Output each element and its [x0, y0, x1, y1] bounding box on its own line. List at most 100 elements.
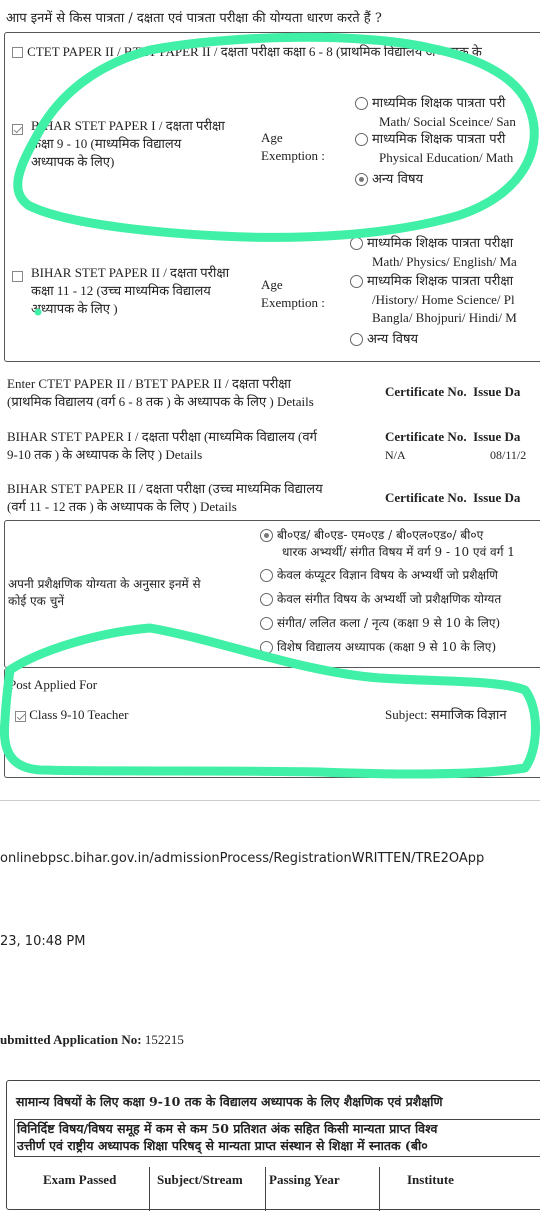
issue-date-value: 08/11/2	[490, 448, 527, 462]
col-subject-stream: Subject/Stream	[157, 1172, 243, 1187]
submitted-number: 152215	[144, 1032, 184, 1047]
stet1-option-1-sub: Math/ Social Sceince/ San	[379, 114, 516, 129]
cert-row-1-line1: Enter CTET PAPER II / BTET PAPER II / दक…	[7, 376, 291, 391]
stet1-radio-2[interactable]	[355, 133, 368, 146]
training-option-4-text: संगीत/ ललित कला / नृत्य (कक्षा 9 से 10 क…	[277, 616, 501, 630]
academic-note-line1: विनिर्दिष्ट विषय/विषय समूह में कम से कम …	[17, 1121, 438, 1136]
post-class-checkbox[interactable]	[15, 710, 26, 722]
stet2-checkbox[interactable]	[12, 271, 23, 282]
training-option-2[interactable]: केवल कंप्यूटर विज्ञान विषय के अभ्यर्थी ज…	[260, 567, 540, 591]
training-option-4[interactable]: संगीत/ ललित कला / नृत्य (कक्षा 9 से 10 क…	[260, 615, 540, 639]
training-radio-3[interactable]	[260, 593, 273, 606]
stet2-option-1-text: माध्यमिक शिक्षक पात्रता परीक्षा	[367, 236, 514, 251]
stet2-age-text: Age	[261, 277, 283, 292]
stet2-option-1-sub: Math/ Physics/ English/ Ma	[372, 254, 517, 269]
ctet-row: CTET PAPER II / BTET PAPER II / दक्षता प…	[12, 43, 482, 62]
training-options: बी०एड/ बी०एड- एम०एड / बी०एल०एड०/ बी०ए धा…	[260, 527, 540, 656]
stet1-checkbox-wrap	[12, 119, 23, 138]
stet2-label-line2: कक्षा 11 - 12 (उच्च माध्यमिक विद्यालय	[31, 283, 211, 298]
stet2-radio-3[interactable]	[350, 333, 363, 346]
stet2-option-2-sub: /History/ Home Science/ Pl	[372, 292, 515, 307]
eligibility-question: आप इनमें से किस पात्रता / दक्षता एवं पात…	[6, 11, 382, 26]
training-radio-1[interactable]	[260, 529, 273, 542]
stet1-age-label: Age Exemption :	[261, 129, 325, 165]
stet1-radio-3[interactable]	[355, 173, 368, 186]
col-divider-2	[265, 1167, 266, 1211]
ctet-label: CTET PAPER II / BTET PAPER II / दक्षता प…	[27, 44, 482, 59]
stet1-options: माध्यमिक शिक्षक पात्रता परी Math/ Social…	[355, 95, 540, 189]
stet2-radio-1[interactable]	[350, 237, 363, 250]
stet1-option-2[interactable]: माध्यमिक शिक्षक पात्रता परी Physical Edu…	[355, 131, 540, 171]
training-option-1-sub: धारक अभ्यर्थी/ संगीत विषय में वर्ग 9 - 1…	[282, 545, 515, 559]
stet2-option-2-text: माध्यमिक शिक्षक पात्रता परीक्षा	[367, 274, 514, 289]
stet1-checkbox[interactable]	[12, 124, 23, 135]
col-exam-passed: Exam Passed	[43, 1172, 117, 1187]
training-label-line2: कोई एक चुनें	[8, 594, 64, 608]
stet2-option-3[interactable]: अन्य विषय	[350, 331, 540, 349]
stet1-option-2-sub: Physical Education/ Math	[379, 150, 514, 165]
training-radio-2[interactable]	[260, 569, 273, 582]
training-radio-5[interactable]	[260, 641, 273, 654]
stet1-radio-1[interactable]	[355, 97, 368, 110]
stet1-option-1[interactable]: माध्यमिक शिक्षक पात्रता परी Math/ Social…	[355, 95, 540, 135]
training-option-5-text: विशेष विद्यालय अध्यापक (कक्षा 9 से 10 के…	[277, 640, 497, 654]
stet1-option-1-text: माध्यमिक शिक्षक पात्रता परी	[372, 96, 506, 111]
post-box: Post Applied For Class 9-10 Teacher Subj…	[4, 668, 540, 778]
cert-row-3-line2[interactable]: (वर्ग 11 - 12 तक ) के अध्यापक के लिए ) D…	[7, 498, 377, 516]
submitted-label: ubmitted Application No:	[0, 1032, 142, 1047]
academic-box: सामान्य विषयों के लिए कक्षा 9-10 तक के व…	[6, 1080, 540, 1211]
issue-date-header: Issue Da	[473, 490, 521, 505]
submitted-application: ubmitted Application No: 152215	[0, 1031, 184, 1049]
stet2-radio-2[interactable]	[350, 275, 363, 288]
training-option-1-text: बी०एड/ बी०एड- एम०एड / बी०एल०एड०/ बी०ए	[277, 528, 484, 542]
training-option-5[interactable]: विशेष विद्यालय अध्यापक (कक्षा 9 से 10 के…	[260, 639, 540, 656]
stet2-option-1[interactable]: माध्यमिक शिक्षक पात्रता परीक्षा Math/ Ph…	[350, 235, 540, 273]
stet1-option-2-text: माध्यमिक शिक्षक पात्रता परी	[372, 132, 506, 147]
stet1-option-3-text: अन्य विषय	[372, 172, 424, 187]
stet1-label-line3: अध्यापक के लिए)	[31, 154, 115, 169]
col-divider-1	[149, 1167, 150, 1211]
ctet-checkbox[interactable]	[12, 47, 23, 58]
training-label: अपनी प्रशैक्षणिक योग्यता के अनुसार इनमें…	[8, 576, 248, 610]
stet2-options: माध्यमिक शिक्षक पात्रता परीक्षा Math/ Ph…	[350, 235, 540, 349]
cert-header-1: Certificate No. Issue Da	[385, 383, 520, 401]
divider	[0, 800, 540, 801]
stet2-label: BIHAR STET PAPER II / दक्षता परीक्षा कक्…	[31, 264, 261, 318]
cert-row-1-line2[interactable]: (प्राथमिक विद्यालय (वर्ग 6 - 8 तक ) के अ…	[7, 393, 377, 411]
cert-row-2-line1: BIHAR STET PAPER I / दक्षता परीक्षा (माध…	[7, 429, 317, 444]
stet2-age-label: Age Exemption :	[261, 276, 325, 312]
print-url: onlinebpsc.bihar.gov.in/admissionProcess…	[0, 851, 485, 866]
cert-no-header: Certificate No.	[385, 384, 467, 399]
eligibility-box: CTET PAPER II / BTET PAPER II / दक्षता प…	[4, 32, 540, 362]
stet1-option-3[interactable]: अन्य विषय	[355, 171, 540, 189]
academic-note-line2: उत्तीर्ण एवं राष्ट्रीय अध्यापक शिक्षा पर…	[17, 1138, 428, 1153]
post-class-label: Class 9-10 Teacher	[29, 707, 129, 722]
training-option-3[interactable]: केवल संगीत विषय के अभ्यर्थी जो प्रशैक्षण…	[260, 591, 540, 615]
stet1-exemption-text: Exemption :	[261, 148, 325, 163]
col-divider-3	[379, 1167, 380, 1211]
post-title: Post Applied For	[9, 677, 98, 692]
cert-no-header: Certificate No.	[385, 490, 467, 505]
issue-date-header: Issue Da	[473, 429, 521, 444]
cert-row-2-line2[interactable]: 9-10 तक ) के अध्यापक के लिए ) Details	[7, 446, 377, 464]
print-datetime: 23, 10:48 PM	[0, 934, 86, 949]
stet1-label-line1: BIHAR STET PAPER I / दक्षता परीक्षा	[31, 118, 225, 133]
training-radio-4[interactable]	[260, 617, 273, 630]
stet1-label-line2: कक्षा 9 - 10 (माध्यमिक विद्यालय	[31, 136, 182, 151]
academic-heading: सामान्य विषयों के लिए कक्षा 9-10 तक के व…	[16, 1094, 443, 1109]
stet2-label-line1: BIHAR STET PAPER II / दक्षता परीक्षा	[31, 265, 230, 280]
cert-row-2: BIHAR STET PAPER I / दक्षता परीक्षा (माध…	[7, 428, 377, 464]
cert-row-1: Enter CTET PAPER II / BTET PAPER II / दक…	[7, 375, 377, 411]
academic-note: विनिर्दिष्ट विषय/विषय समूह में कम से कम …	[14, 1119, 540, 1157]
issue-date-header: Issue Da	[473, 384, 521, 399]
stet2-option-2-sub2: Bangla/ Bhojpuri/ Hindi/ M	[372, 310, 517, 325]
stet1-age-text: Age	[261, 130, 283, 145]
stet2-checkbox-wrap	[12, 266, 23, 285]
cert-header-3: Certificate No. Issue Da	[385, 489, 520, 507]
stet2-option-2[interactable]: माध्यमिक शिक्षक पात्रता परीक्षा /History…	[350, 273, 540, 331]
cert-no-header: Certificate No.	[385, 429, 467, 444]
training-option-1[interactable]: बी०एड/ बी०एड- एम०एड / बी०एल०एड०/ बी०ए धा…	[260, 527, 540, 567]
cert-row-3-line1: BIHAR STET PAPER II / दक्षता परीक्षा (उच…	[7, 481, 323, 496]
post-subject: Subject: समाजिक विज्ञान	[385, 707, 507, 722]
cert-no-value: N/A	[385, 448, 406, 462]
